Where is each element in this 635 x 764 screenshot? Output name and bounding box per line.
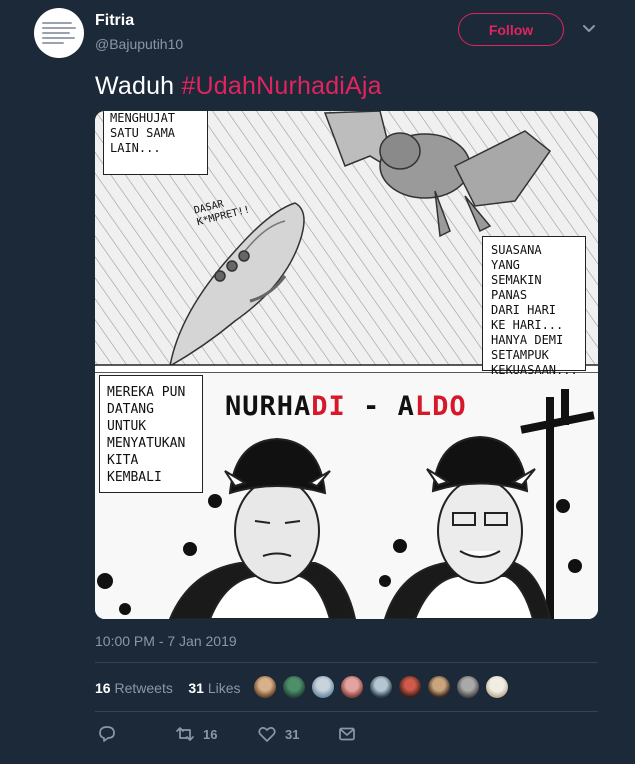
hashtag-link[interactable]: #UdahNurhadiAja <box>181 72 381 100</box>
chevron-down-icon[interactable] <box>582 22 596 36</box>
retweets-count[interactable]: 16 <box>95 680 111 696</box>
tweet-text-plain: Waduh <box>95 72 182 100</box>
user-handle[interactable]: @Bajuputih10 <box>95 36 183 52</box>
liker-avatar[interactable] <box>485 675 509 699</box>
retweet-icon <box>176 727 194 741</box>
comic-title-part-1: NURHA <box>225 391 312 422</box>
comic-title-part-2: DI <box>311 391 346 422</box>
speech-bubble-top-left: MENGHUJAT SATU SAMA LAIN... <box>103 111 208 175</box>
comic-title: NURHADI - ALDO <box>225 391 467 422</box>
liker-avatar[interactable] <box>456 675 480 699</box>
liker-avatar[interactable] <box>340 675 364 699</box>
liker-avatar[interactable] <box>282 675 306 699</box>
retweets-label[interactable]: Retweets <box>114 680 172 696</box>
divider <box>95 662 598 663</box>
follow-button[interactable]: Follow <box>458 13 564 46</box>
tweet-header: Fitria @Bajuputih10 Follow <box>34 8 604 58</box>
reply-icon <box>99 726 115 742</box>
speech-bubble-bottom-left: MEREKA PUN DATANG UNTUK MENYATUKAN KITA … <box>99 375 203 493</box>
like-count: 31 <box>285 726 300 742</box>
liker-avatar[interactable] <box>398 675 422 699</box>
likes-count[interactable]: 31 <box>188 680 204 696</box>
comic-title-part-3: - A <box>345 391 415 422</box>
tweet-media-image[interactable]: MENGHUJAT SATU SAMA LAIN... DASAR K*MPRE… <box>95 111 598 619</box>
user-name[interactable]: Fitria <box>95 12 134 30</box>
retweet-count: 16 <box>203 726 218 742</box>
likes-label[interactable]: Likes <box>208 680 241 696</box>
liker-avatar[interactable] <box>311 675 335 699</box>
tweet-stats: 16 Retweets 31 Likes <box>95 680 241 696</box>
liker-avatar[interactable] <box>427 675 451 699</box>
liker-avatar[interactable] <box>369 675 393 699</box>
envelope-icon <box>339 727 355 741</box>
divider <box>95 711 598 712</box>
tweet-timestamp[interactable]: 10:00 PM - 7 Jan 2019 <box>95 633 237 649</box>
direct-message-button[interactable] <box>337 724 357 744</box>
reply-button[interactable] <box>97 724 117 744</box>
heart-icon <box>258 727 276 742</box>
speech-bubble-right: SUASANA YANG SEMAKIN PANAS DARI HARI KE … <box>482 236 586 377</box>
retweet-button[interactable]: 16 <box>175 724 217 744</box>
liker-avatar[interactable] <box>253 675 277 699</box>
like-button[interactable]: 31 <box>257 724 299 744</box>
tweet-text: Waduh #UdahNurhadiAja <box>95 72 382 101</box>
avatar[interactable] <box>34 8 84 58</box>
comic-title-part-4: LDO <box>414 391 467 422</box>
